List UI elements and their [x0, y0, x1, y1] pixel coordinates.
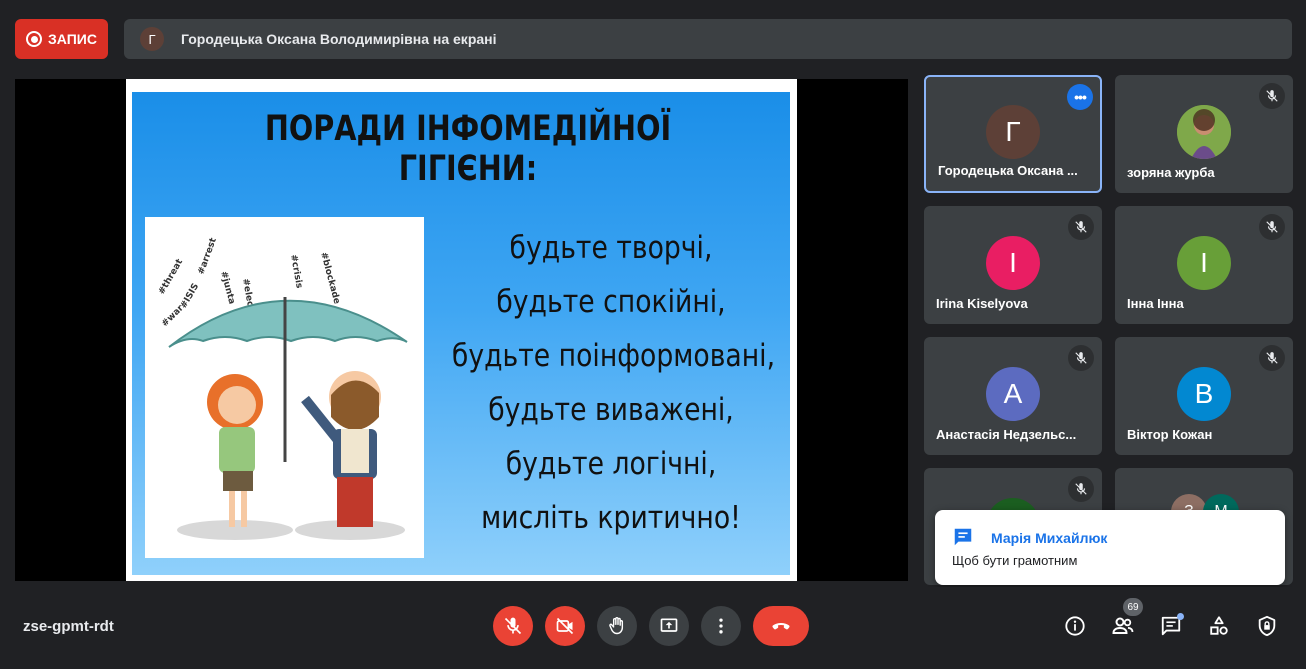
more-options-icon[interactable]: ••• — [1067, 84, 1093, 110]
participant-name: Городецька Оксана ... — [938, 163, 1078, 178]
participant-name: Irina Kiselyova — [936, 296, 1028, 311]
participants-button[interactable] — [1111, 614, 1135, 638]
tip-line: мисліть критично! — [481, 500, 741, 536]
shared-slide: ПОРАДИ ІНФОМЕДІЙНОЇ ГІГІЄНИ: #elections … — [126, 79, 797, 581]
umbrella-people-illustration: #elections #arrest #junta #crisis #block… — [157, 236, 408, 540]
raise-hand-icon — [609, 616, 624, 635]
recording-button[interactable]: ЗАПИС — [15, 19, 108, 59]
presentation-text: Городецька Оксана Володимирівна на екран… — [181, 31, 497, 47]
tip-line: будьте логічні, — [505, 446, 717, 482]
chat-message: Щоб бути грамотним — [952, 553, 1078, 568]
hashtag-text: #threat — [157, 257, 186, 297]
people-icon — [1112, 617, 1134, 634]
participant-name: Анастасія Недзельс... — [936, 427, 1077, 442]
recording-label: ЗАПИС — [48, 31, 97, 47]
avatar-photo — [1177, 105, 1231, 159]
raise-hand-button[interactable] — [597, 606, 637, 646]
slide-title: ПОРАДИ ІНФОМЕДІЙНОЇ ГІГІЄНИ: — [264, 109, 672, 189]
hashtag-text: #blockade — [318, 251, 341, 305]
presentation-stage: ПОРАДИ ІНФОМЕДІЙНОЇ ГІГІЄНИ: #elections … — [15, 79, 908, 581]
present-icon — [660, 618, 678, 632]
hashtag-text: #junta — [218, 270, 236, 305]
presentation-banner: Г Городецька Оксана Володимирівна на екр… — [124, 19, 1292, 59]
avatar: I — [986, 236, 1040, 290]
tip-line: будьте творчі, — [509, 230, 713, 266]
host-controls-button[interactable] — [1255, 614, 1279, 638]
more-options-icon — [719, 618, 723, 634]
unread-indicator — [1177, 613, 1184, 620]
camera-toggle-button[interactable] — [545, 606, 585, 646]
meeting-code: zse-gpmt-rdt — [23, 618, 114, 635]
tip-line: будьте поінформовані, — [451, 338, 776, 374]
chat-notification[interactable]: Марія Михайлюк Щоб бути грамотним — [935, 510, 1285, 585]
mic-off-icon — [1259, 83, 1285, 109]
participant-name: Інна Інна — [1127, 296, 1184, 311]
participant-name: Віктор Кожан — [1127, 427, 1213, 442]
mic-off-icon — [1068, 476, 1094, 502]
hashtag-text: #arrest — [196, 236, 219, 276]
meeting-details-button[interactable] — [1063, 614, 1087, 638]
present-screen-button[interactable] — [649, 606, 689, 646]
record-icon — [26, 31, 43, 47]
user-photo-icon — [1177, 105, 1231, 159]
participant-tile[interactable]: зоряна журба — [1115, 75, 1293, 193]
hashtag-text: #crisis — [288, 254, 304, 289]
mic-toggle-button[interactable] — [493, 606, 533, 646]
hangup-icon — [772, 623, 790, 630]
participant-tile[interactable]: В Віктор Кожан — [1115, 337, 1293, 455]
mic-off-icon — [1068, 214, 1094, 240]
participant-tile[interactable]: I Irina Kiselyova — [924, 206, 1102, 324]
chat-message-icon — [954, 528, 972, 546]
chat-sender: Марія Михайлюк — [991, 530, 1108, 546]
avatar: І — [1177, 236, 1231, 290]
info-icon — [1065, 616, 1085, 636]
more-options-button[interactable] — [701, 606, 741, 646]
slide-illustration: #elections #arrest #junta #crisis #block… — [145, 217, 424, 558]
camera-off-icon — [556, 617, 574, 635]
participant-tile[interactable]: Г ••• Городецька Оксана ... — [924, 75, 1102, 193]
mic-off-icon — [504, 617, 522, 635]
leave-call-button[interactable] — [753, 606, 809, 646]
participant-tile[interactable]: А Анастасія Недзельс... — [924, 337, 1102, 455]
avatar: А — [986, 367, 1040, 421]
control-bar: zse-gpmt-rdt 69 — [0, 587, 1306, 669]
participant-name: зоряна журба — [1127, 165, 1215, 180]
mic-off-icon — [1068, 345, 1094, 371]
avatar: В — [1177, 367, 1231, 421]
avatar: Г — [986, 105, 1040, 159]
presenter-avatar: Г — [140, 27, 164, 51]
tip-line: будьте спокійні, — [496, 284, 726, 320]
mic-off-icon — [1259, 345, 1285, 371]
participant-tile[interactable]: І Інна Інна — [1115, 206, 1293, 324]
host-controls-icon — [1258, 615, 1276, 637]
mic-off-icon — [1259, 214, 1285, 240]
slide-tips: будьте творчі, будьте спокійні, будьте п… — [426, 221, 796, 545]
activities-icon — [1210, 616, 1228, 635]
tip-line: будьте виважені, — [488, 392, 734, 428]
hashtag-text: #ISIS — [179, 282, 201, 311]
activities-button[interactable] — [1207, 614, 1231, 638]
